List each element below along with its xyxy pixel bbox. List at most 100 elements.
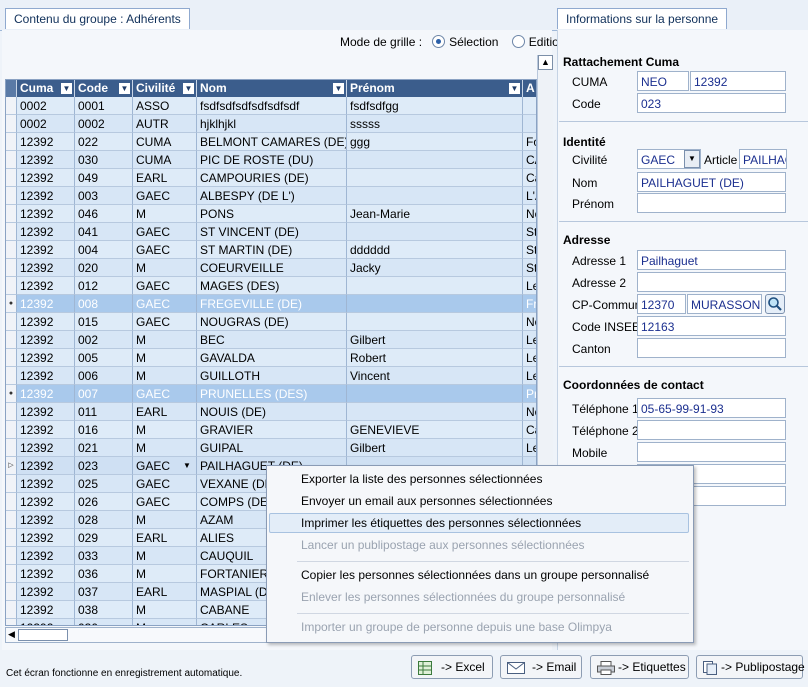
table-row[interactable]: 0002 0001 ASSO fsdfsdfsdfsdfsdfsdf fsdfsdfgg bbox=[6, 97, 536, 115]
table-cell[interactable]: COEURVEILLE bbox=[197, 259, 347, 277]
table-row[interactable]: 12392016MGRAVIERGENEVIEVECa bbox=[6, 421, 536, 439]
table-cell[interactable]: M bbox=[133, 421, 197, 439]
table-cell[interactable]: 12392 bbox=[17, 601, 75, 619]
table-row[interactable]: 12392003GAECALBESPY (DE L') L'A bbox=[6, 187, 536, 205]
table-cell[interactable]: CAMPOURIES (DE) bbox=[197, 169, 347, 187]
tel1-field[interactable]: 05-65-99-91-93 bbox=[637, 398, 786, 418]
table-cell[interactable]: Vincent bbox=[347, 367, 523, 385]
code-field[interactable]: 023 bbox=[637, 93, 786, 113]
row-selector[interactable]: ● bbox=[6, 295, 17, 313]
table-cell[interactable]: M bbox=[133, 331, 197, 349]
table-cell[interactable]: 12392 bbox=[17, 511, 75, 529]
table-cell[interactable]: 12392 bbox=[17, 277, 75, 295]
table-cell[interactable]: Fre bbox=[523, 295, 536, 313]
table-cell[interactable]: dddddd bbox=[347, 241, 523, 259]
table-cell[interactable]: M bbox=[133, 439, 197, 457]
table-cell[interactable]: 12392 bbox=[17, 385, 75, 403]
table-cell[interactable]: 12392 bbox=[17, 439, 75, 457]
filter-dropdown-icon[interactable]: ▼ bbox=[183, 83, 194, 94]
row-selector[interactable] bbox=[6, 277, 17, 295]
tel2-field[interactable] bbox=[637, 420, 786, 440]
export-publipostage-button[interactable]: -> Publipostage bbox=[696, 655, 805, 679]
table-cell[interactable]: 008 bbox=[75, 295, 133, 313]
nom-field[interactable]: PAILHAGUET (DE) bbox=[637, 172, 786, 192]
table-cell[interactable]: 022 bbox=[75, 133, 133, 151]
table-cell[interactable]: Gilbert bbox=[347, 331, 523, 349]
table-cell[interactable]: St bbox=[523, 223, 536, 241]
menu-item-exporter[interactable]: Exporter la liste des personnes sélectio… bbox=[301, 472, 542, 486]
row-selector[interactable] bbox=[6, 601, 17, 619]
table-cell[interactable]: Ca bbox=[523, 421, 536, 439]
table-cell[interactable]: 12392 bbox=[17, 151, 75, 169]
row-selector[interactable]: ▷ bbox=[6, 457, 17, 475]
table-cell[interactable]: hjklhjkl bbox=[197, 115, 347, 133]
row-selector[interactable] bbox=[6, 565, 17, 583]
table-row[interactable]: 12392002MBECGilbertLe bbox=[6, 331, 536, 349]
table-cell[interactable]: PONS bbox=[197, 205, 347, 223]
table-cell[interactable]: 12392 bbox=[17, 565, 75, 583]
table-cell[interactable]: 041 bbox=[75, 223, 133, 241]
table-cell[interactable]: 12392 bbox=[17, 583, 75, 601]
table-cell[interactable] bbox=[347, 385, 523, 403]
table-cell[interactable]: GAEC bbox=[133, 295, 197, 313]
table-cell[interactable]: 030 bbox=[75, 619, 133, 625]
filter-dropdown-icon[interactable]: ▼ bbox=[333, 83, 344, 94]
table-row[interactable]: 0002 0002 AUTR hjklhjkl sssss bbox=[6, 115, 536, 133]
table-cell[interactable]: 012 bbox=[75, 277, 133, 295]
table-cell[interactable]: ASSO bbox=[133, 97, 197, 115]
table-cell[interactable]: 020 bbox=[75, 259, 133, 277]
table-cell[interactable]: 023 bbox=[75, 457, 133, 475]
table-cell[interactable]: 002 bbox=[75, 331, 133, 349]
chevron-down-icon[interactable]: ▼ bbox=[183, 457, 191, 475]
table-cell[interactable]: 007 bbox=[75, 385, 133, 403]
menu-item-copier-groupe[interactable]: Copier les personnes sélectionnées dans … bbox=[301, 568, 649, 582]
table-cell[interactable]: 12392 bbox=[17, 475, 75, 493]
row-selector[interactable] bbox=[6, 115, 17, 133]
table-cell[interactable]: St bbox=[523, 259, 536, 277]
adresse2-field[interactable] bbox=[637, 272, 786, 292]
table-cell[interactable]: 12392 bbox=[17, 421, 75, 439]
filter-dropdown-icon[interactable]: ▼ bbox=[61, 83, 72, 94]
table-cell[interactable]: sssss bbox=[347, 115, 523, 133]
table-cell[interactable]: 025 bbox=[75, 475, 133, 493]
table-cell[interactable]: 12392 bbox=[17, 349, 75, 367]
table-cell[interactable]: 005 bbox=[75, 349, 133, 367]
table-cell[interactable] bbox=[347, 295, 523, 313]
table-row[interactable]: ●12392008GAECFREGEVILLE (DE) Fre bbox=[6, 295, 536, 313]
table-cell[interactable]: 12392 bbox=[17, 457, 75, 475]
radio-edition-dot[interactable] bbox=[511, 35, 525, 48]
insee-field[interactable]: 12163 bbox=[637, 316, 786, 336]
table-cell[interactable]: 030 bbox=[75, 151, 133, 169]
table-cell[interactable]: ggg bbox=[347, 133, 523, 151]
table-cell[interactable]: Robert bbox=[347, 349, 523, 367]
cp-field[interactable]: 12370 bbox=[637, 294, 686, 314]
table-row[interactable]: 12392021MGUIPALGilbertLe bbox=[6, 439, 536, 457]
table-cell[interactable] bbox=[523, 97, 536, 115]
table-cell[interactable]: M bbox=[133, 367, 197, 385]
table-cell[interactable] bbox=[347, 151, 523, 169]
table-cell[interactable] bbox=[347, 187, 523, 205]
column-header-nom[interactable]: Nom ▼ bbox=[197, 80, 347, 97]
table-row[interactable]: 12392 004 GAEC ST MARTIN (DE) dddddd St bbox=[6, 241, 536, 259]
table-cell[interactable]: 003 bbox=[75, 187, 133, 205]
table-cell[interactable]: EARL bbox=[133, 529, 197, 547]
table-cell[interactable] bbox=[347, 313, 523, 331]
row-selector[interactable] bbox=[6, 547, 17, 565]
row-selector[interactable] bbox=[6, 421, 17, 439]
table-cell[interactable]: 12392 bbox=[17, 205, 75, 223]
column-header-cuma[interactable]: Cuma ▼ bbox=[17, 80, 75, 97]
table-cell[interactable]: M bbox=[133, 349, 197, 367]
export-email-button[interactable]: -> Email bbox=[500, 655, 582, 679]
table-row[interactable]: 12392046MPONSJean-MarieNo bbox=[6, 205, 536, 223]
table-cell[interactable]: Jean-Marie bbox=[347, 205, 523, 223]
table-cell[interactable] bbox=[347, 403, 523, 421]
table-cell[interactable]: fsdfsdfsdfsdfsdfsdf bbox=[197, 97, 347, 115]
scroll-up-icon[interactable]: ▲ bbox=[538, 55, 553, 70]
table-cell[interactable]: M bbox=[133, 601, 197, 619]
table-cell[interactable]: GUILLOTH bbox=[197, 367, 347, 385]
magnifier-icon[interactable] bbox=[765, 294, 785, 314]
table-cell[interactable]: GAVALDA bbox=[197, 349, 347, 367]
table-cell[interactable]: 12392 bbox=[17, 547, 75, 565]
table-cell[interactable] bbox=[347, 223, 523, 241]
row-selector[interactable] bbox=[6, 133, 17, 151]
